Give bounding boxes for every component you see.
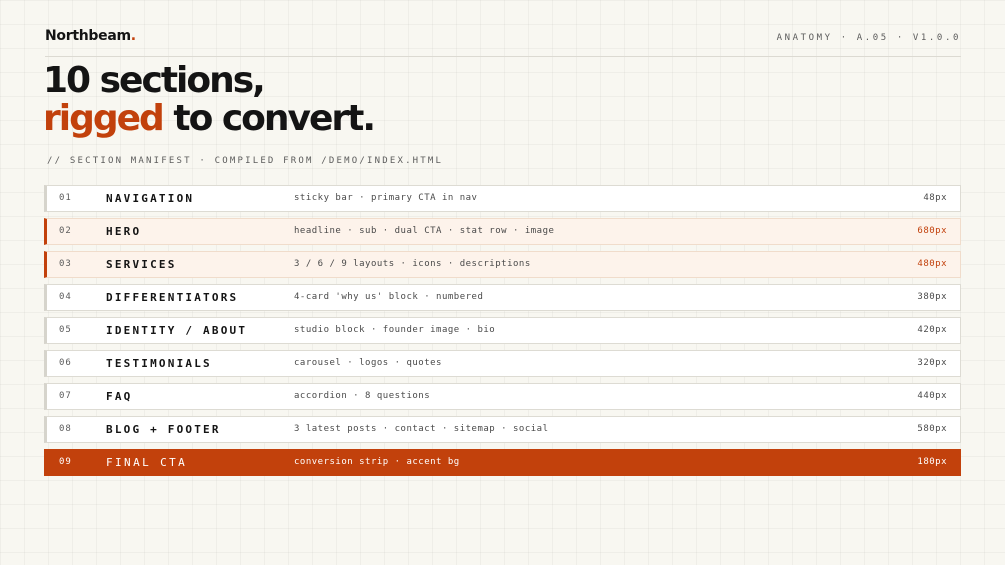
section-name: TESTIMONIALS [106, 357, 212, 370]
section-number: 09 [59, 457, 72, 467]
header: Northbeam. ANATOMY · A.05 · V1.0.0 [45, 28, 961, 57]
section-number: 02 [59, 226, 72, 236]
section-size: 320px [917, 358, 947, 368]
section-number: 04 [59, 292, 72, 302]
section-number: 03 [59, 259, 72, 269]
page-title: 10 sections, rigged to convert. [43, 60, 376, 139]
section-row-faq[interactable]: 07 FAQ accordion · 8 questions 440px [44, 383, 961, 410]
section-number: 05 [59, 325, 72, 335]
section-size: 580px [917, 424, 947, 434]
section-row-hero[interactable]: 02 HERO headline · sub · dual CTA · stat… [44, 218, 961, 245]
section-row-final-cta[interactable]: 09 FINAL CTA conversion strip · accent b… [44, 449, 961, 476]
headline-line-1: 10 sections, [43, 60, 266, 101]
section-size: 680px [917, 226, 947, 236]
section-row-identity-about[interactable]: 05 IDENTITY / ABOUT studio block · found… [44, 317, 961, 344]
section-description: sticky bar · primary CTA in nav [294, 193, 478, 203]
section-row-services[interactable]: 03 SERVICES 3 / 6 / 9 layouts · icons · … [44, 251, 961, 278]
brand-dot: . [130, 28, 136, 44]
section-description: carousel · logos · quotes [294, 358, 442, 368]
section-description: 3 latest posts · contact · sitemap · soc… [294, 424, 549, 434]
section-description: 3 / 6 / 9 layouts · icons · descriptions [294, 259, 531, 269]
section-name: FINAL CTA [106, 456, 188, 469]
section-description: headline · sub · dual CTA · stat row · i… [294, 226, 555, 236]
section-description: accordion · 8 questions [294, 391, 431, 401]
section-number: 01 [59, 193, 72, 203]
headline-line-2-rest: to convert. [162, 98, 376, 139]
section-name: SERVICES [106, 258, 177, 271]
section-name: BLOG + FOOTER [106, 423, 221, 436]
section-description: studio block · founder image · bio [294, 325, 496, 335]
section-name: DIFFERENTIATORS [106, 291, 239, 304]
version-label: ANATOMY · A.05 · V1.0.0 [776, 33, 961, 43]
section-description: 4-card 'why us' block · numbered [294, 292, 484, 302]
section-number: 07 [59, 391, 72, 401]
headline-line-2: rigged to convert. [43, 98, 376, 139]
section-row-testimonials[interactable]: 06 TESTIMONIALS carousel · logos · quote… [44, 350, 961, 377]
section-row-navigation[interactable]: 01 NAVIGATION sticky bar · primary CTA i… [44, 185, 961, 212]
section-row-differentiators[interactable]: 04 DIFFERENTIATORS 4-card 'why us' block… [44, 284, 961, 311]
headline-accent-word: rigged [43, 98, 165, 139]
manifest-caption: // SECTION MANIFEST · COMPILED FROM /DEM… [47, 156, 444, 166]
section-name: FAQ [106, 390, 133, 403]
section-size: 440px [917, 391, 947, 401]
brand-name: Northbeam [45, 28, 131, 44]
section-size: 380px [917, 292, 947, 302]
section-row-blog-footer[interactable]: 08 BLOG + FOOTER 3 latest posts · contac… [44, 416, 961, 443]
section-size: 48px [923, 193, 947, 203]
section-number: 08 [59, 424, 72, 434]
section-name: IDENTITY / ABOUT [106, 324, 248, 337]
section-name: HERO [106, 225, 142, 238]
section-description: conversion strip · accent bg [294, 457, 460, 467]
brand-logo[interactable]: Northbeam. [45, 28, 136, 44]
section-number: 06 [59, 358, 72, 368]
section-list: 01 NAVIGATION sticky bar · primary CTA i… [44, 185, 961, 482]
section-name: NAVIGATION [106, 192, 195, 205]
section-size: 420px [917, 325, 947, 335]
section-size: 180px [917, 457, 947, 467]
section-size: 480px [917, 259, 947, 269]
